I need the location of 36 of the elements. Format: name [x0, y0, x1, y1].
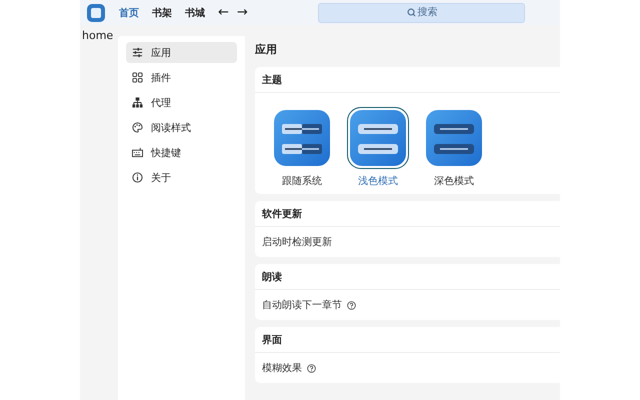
network-icon [132, 97, 143, 108]
setting-label: 自动朗读下一章节 [262, 298, 342, 312]
setting-label: 启动时检测更新 [262, 236, 332, 249]
section-title: 界面 [255, 327, 560, 353]
sidebar-item[interactable]: 代理 [126, 92, 237, 113]
sidebar-item[interactable]: 插件 [126, 67, 237, 88]
sidebar-item[interactable]: 关于 [126, 167, 237, 188]
forward-button[interactable]: → [236, 5, 248, 20]
app-logo-icon[interactable] [87, 4, 105, 22]
sliders-icon [132, 47, 143, 58]
help-icon[interactable] [307, 364, 316, 372]
search-field[interactable]: 搜索 [318, 2, 525, 22]
grid-icon [132, 72, 143, 83]
theme-option[interactable]: 深色模式 [423, 107, 485, 188]
keyboard-icon [132, 147, 143, 158]
back-button[interactable]: ← [218, 5, 229, 20]
theme-option[interactable]: 跟随系统 [271, 107, 333, 188]
section-title: 朗读 [255, 264, 560, 290]
search-icon [406, 8, 416, 17]
nav-tab[interactable]: 首页 [119, 6, 139, 20]
sidebar-item[interactable]: 阅读样式 [126, 117, 237, 138]
theme-preview-icon [274, 110, 330, 166]
setting-label: 模糊效果 [262, 362, 302, 375]
section-title: 主题 [255, 67, 560, 93]
sidebar-item[interactable]: 应用 [126, 42, 237, 63]
breadcrumb[interactable]: home [82, 29, 114, 42]
sidebar-item[interactable]: 快捷键 [126, 142, 237, 163]
info-icon [132, 172, 143, 183]
page-title: 应用 [255, 42, 278, 58]
theme-preview-icon [426, 110, 482, 166]
palette-icon [132, 122, 143, 133]
section-title: 软件更新 [255, 201, 560, 227]
theme-preview-icon [350, 110, 406, 166]
nav-tab[interactable]: 书架 [152, 6, 172, 20]
help-icon[interactable] [347, 300, 356, 310]
nav-tab[interactable]: 书城 [185, 6, 205, 20]
